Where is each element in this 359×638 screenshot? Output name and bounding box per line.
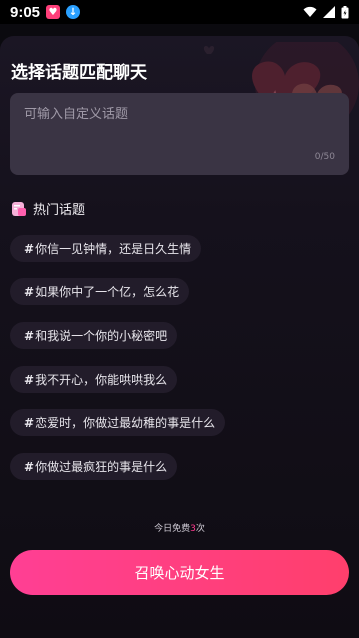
free-uses-text: 今日免费3次	[0, 521, 359, 534]
topic-chip-label: 你信一见钟情，还是日久生情	[35, 242, 192, 256]
hot-topics-icon	[12, 201, 26, 216]
hash-icon: #	[24, 328, 35, 343]
topic-chip[interactable]: # 恋爱时，你做过最幼稚的事是什么	[10, 409, 226, 436]
download-icon: ↓	[66, 5, 81, 19]
signal-icon	[323, 6, 335, 18]
status-indicators	[303, 5, 349, 19]
topic-select-screen: 选择话题匹配聊天 0/50 热门话题 # 你信一见钟情，还是日久生情 # 如果你…	[0, 36, 359, 638]
hash-icon: #	[24, 241, 35, 256]
status-time: 9:05	[10, 3, 41, 21]
custom-topic-box[interactable]: 0/50	[10, 93, 349, 175]
topic-chip-label: 和我说一个你的小秘密吧	[35, 329, 168, 343]
free-uses-prefix: 今日免费	[154, 524, 191, 534]
hot-topics-label: 热门话题	[33, 203, 86, 218]
topic-chip-label: 你做过最疯狂的事是什么	[35, 460, 168, 474]
summon-match-button[interactable]: 召唤心动女生	[10, 550, 349, 595]
topic-chip-label: 恋爱时，你做过最幼稚的事是什么	[35, 416, 216, 430]
custom-topic-input[interactable]	[24, 107, 324, 122]
char-counter: 0/50	[314, 152, 335, 162]
heart-app-icon: ♥	[46, 5, 61, 19]
wifi-icon	[303, 6, 317, 17]
topic-chip[interactable]: # 你做过最疯狂的事是什么	[10, 453, 178, 480]
hot-topics-header: 热门话题	[11, 199, 85, 218]
page-title: 选择话题匹配聊天	[11, 63, 147, 83]
topic-chip[interactable]: # 和我说一个你的小秘密吧	[10, 322, 178, 349]
topic-chip[interactable]: # 我不开心，你能哄哄我么	[10, 366, 178, 393]
topic-chip[interactable]: # 如果你中了一个亿，怎么花	[10, 278, 190, 305]
status-bar: 9:05 ♥ ↓	[0, 0, 359, 24]
topic-chip-label: 如果你中了一个亿，怎么花	[35, 285, 180, 299]
hash-icon: #	[24, 372, 35, 387]
battery-icon	[341, 5, 349, 18]
hash-icon: #	[24, 284, 35, 299]
topic-chip[interactable]: # 你信一见钟情，还是日久生情	[10, 235, 202, 262]
free-uses-suffix: 次	[195, 524, 205, 534]
topic-chip-label: 我不开心，你能哄哄我么	[35, 373, 168, 387]
hash-icon: #	[24, 415, 35, 430]
hash-icon: #	[24, 459, 35, 474]
